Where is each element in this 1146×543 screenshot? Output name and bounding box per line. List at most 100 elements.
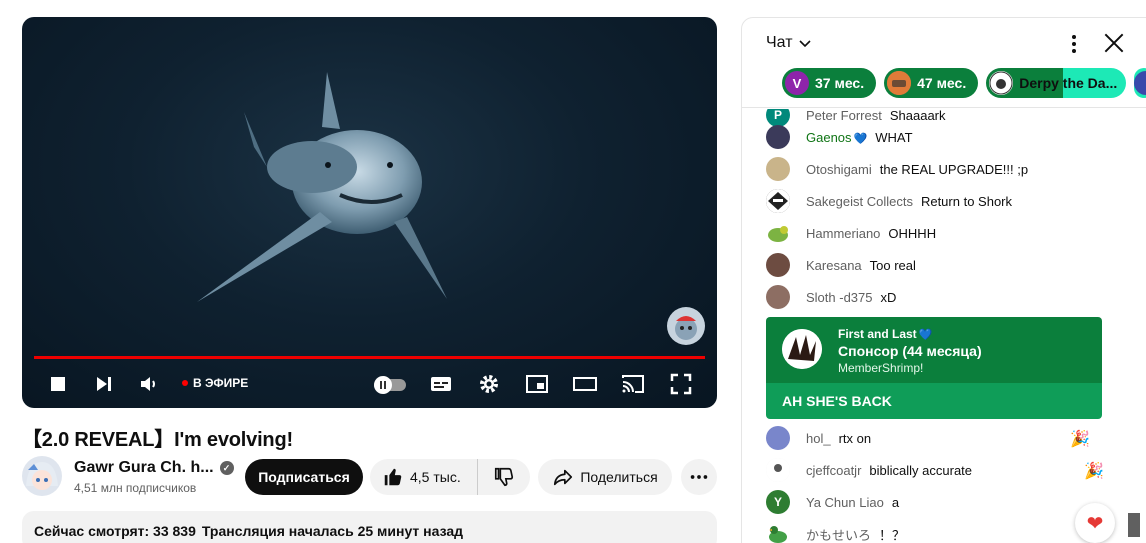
stop-icon [51, 377, 65, 391]
close-icon[interactable] [1101, 30, 1127, 56]
author-avatar [766, 285, 790, 309]
like-button[interactable]: 4,5 тыс. [370, 459, 478, 495]
stream-start-time: Трансляция началась 25 минут назад [201, 523, 464, 539]
share-icon [554, 469, 573, 486]
live-indicator[interactable]: В ЭФИРЕ [182, 376, 248, 390]
author-avatar [766, 125, 790, 149]
ticker-item[interactable] [1134, 68, 1146, 98]
chat-mode-selector[interactable]: Чат [766, 34, 813, 52]
chat-message[interactable]: Otoshigami the REAL UPGRADE!!! ;p [766, 157, 1028, 181]
author-avatar [766, 426, 790, 450]
stop-button[interactable] [46, 372, 70, 396]
author-avatar [766, 157, 790, 181]
miniplayer-button[interactable] [525, 372, 549, 396]
chat-message[interactable]: Karesana Too real [766, 253, 916, 277]
chat-scrollbar-track[interactable] [1128, 109, 1142, 543]
chat-message[interactable]: Gaenos 💙 WHAT [766, 125, 913, 149]
channel-name-link[interactable]: Gawr Gura Ch. h... ✓ [74, 459, 234, 477]
miniplayer-icon [526, 375, 548, 393]
author-name[interactable]: Otoshigami [806, 162, 872, 177]
chat-message-list: P Peter Forrest Shaaaark Gaenos 💙 WHAT Ot… [742, 109, 1128, 543]
fullscreen-icon [670, 373, 692, 395]
author-avatar [766, 458, 790, 482]
chat-message[interactable]: かもせいろ ！？ [766, 522, 905, 543]
author-avatar: Y [766, 490, 790, 514]
membership-milestone-card[interactable]: First and Last 💙 Спонсор (44 месяца) Memb… [766, 317, 1102, 419]
author-name[interactable]: Sloth -d375 [806, 290, 873, 305]
chat-header: Чат V 37 мес. 47 мес. Derpy the Da... [742, 18, 1146, 108]
channel-watermark[interactable] [667, 307, 705, 345]
video-title: 【2.0 REVEAL】I'm evolving! [22, 429, 293, 451]
like-dislike-group: 4,5 тыс. [370, 459, 530, 495]
message-text: a [891, 494, 900, 510]
share-button[interactable]: Поделиться [538, 459, 672, 495]
chat-menu-icon[interactable] [1062, 32, 1086, 56]
chat-scrollbar-thumb[interactable] [1128, 513, 1140, 537]
message-text: Shaaaark [889, 109, 946, 123]
volume-button[interactable] [137, 372, 161, 396]
message-text: Return to Shork [920, 193, 1012, 209]
settings-button[interactable] [477, 372, 501, 396]
author-name[interactable]: Sakegeist Collects [806, 194, 913, 209]
sponsor-level: Спонсор (44 месяца) [838, 343, 982, 359]
chat-message[interactable]: Sloth -d375 xD [766, 285, 896, 309]
subtitles-icon [431, 377, 451, 391]
party-popper-icon: 🎉 [1084, 463, 1104, 480]
verified-check-icon: ✓ [219, 461, 234, 475]
thumbs-down-icon [494, 467, 514, 487]
author-name[interactable]: cjeffcoatjr [806, 463, 861, 478]
channel-avatar[interactable] [22, 456, 62, 496]
ticker-avatar [1134, 71, 1146, 95]
sponsor-avatar[interactable] [782, 329, 822, 369]
next-icon [97, 377, 111, 391]
author-name[interactable]: かもせいろ [806, 525, 871, 543]
ticker-label: 37 мес. [815, 75, 865, 91]
author-avatar [766, 189, 790, 213]
party-popper-icon: 🎉 [1070, 431, 1090, 448]
message-text: xD [880, 289, 897, 305]
author-name[interactable]: Hammeriano [806, 226, 880, 241]
cast-button[interactable] [621, 372, 645, 396]
live-dot-icon [182, 380, 188, 386]
ticker-label: 47 мес. [917, 75, 967, 91]
message-text: ！？ [879, 527, 906, 543]
author-name[interactable]: Karesana [806, 258, 862, 273]
live-progress-bar[interactable] [34, 356, 705, 359]
chat-message[interactable]: hol_ rtx on [766, 426, 871, 450]
message-text: OHHHH [888, 225, 937, 241]
theater-mode-button[interactable] [573, 372, 597, 396]
chat-message[interactable]: Y Ya Chun Liao a [766, 490, 899, 514]
subtitles-button[interactable] [429, 372, 453, 396]
ticker-item[interactable]: Derpy the Da... [986, 68, 1127, 98]
chat-message[interactable]: Sakegeist Collects Return to Shork [766, 189, 1012, 213]
author-name[interactable]: hol_ [806, 431, 831, 446]
channel-name: Gawr Gura Ch. h... [74, 459, 214, 476]
chat-message[interactable]: Hammeriano OHHHH [766, 221, 936, 245]
description-box[interactable]: Сейчас смотрят: 33 839 Трансляция начала… [22, 511, 717, 543]
live-chat-panel: Чат V 37 мес. 47 мес. Derpy the Da... P … [741, 17, 1146, 543]
cast-icon [622, 375, 644, 393]
chat-message[interactable]: cjeffcoatjr biblically accurate [766, 458, 972, 482]
ticker-item[interactable]: 47 мес. [884, 68, 979, 98]
author-name[interactable]: Peter Forrest [806, 109, 882, 123]
author-name[interactable]: Ya Chun Liao [806, 495, 884, 510]
next-button[interactable] [92, 372, 116, 396]
more-actions-button[interactable] [681, 459, 717, 495]
message-text: Too real [869, 257, 916, 273]
subscribe-button[interactable]: Подписаться [245, 459, 363, 495]
dislike-button[interactable] [478, 459, 530, 495]
sponsor-message: AH SHE'S BACK [766, 383, 1102, 419]
share-label: Поделиться [580, 469, 658, 485]
author-name[interactable]: Gaenos 💙 [806, 130, 867, 145]
ticker-avatar [887, 71, 912, 95]
autoplay-toggle[interactable] [372, 372, 408, 396]
subscriber-count: 4,51 млн подписчиков [74, 481, 197, 495]
sponsor-name[interactable]: First and Last 💙 [838, 327, 932, 341]
reaction-button[interactable]: ❤ [1075, 503, 1115, 543]
member-badge-icon: 💙 [918, 329, 933, 341]
ticker-item[interactable]: V 37 мес. [782, 68, 877, 98]
volume-icon [141, 377, 155, 391]
sponsor-header: First and Last 💙 Спонсор (44 месяца) Memb… [766, 317, 1102, 383]
fullscreen-button[interactable] [669, 372, 693, 396]
video-player[interactable]: В ЭФИРЕ [22, 17, 717, 408]
